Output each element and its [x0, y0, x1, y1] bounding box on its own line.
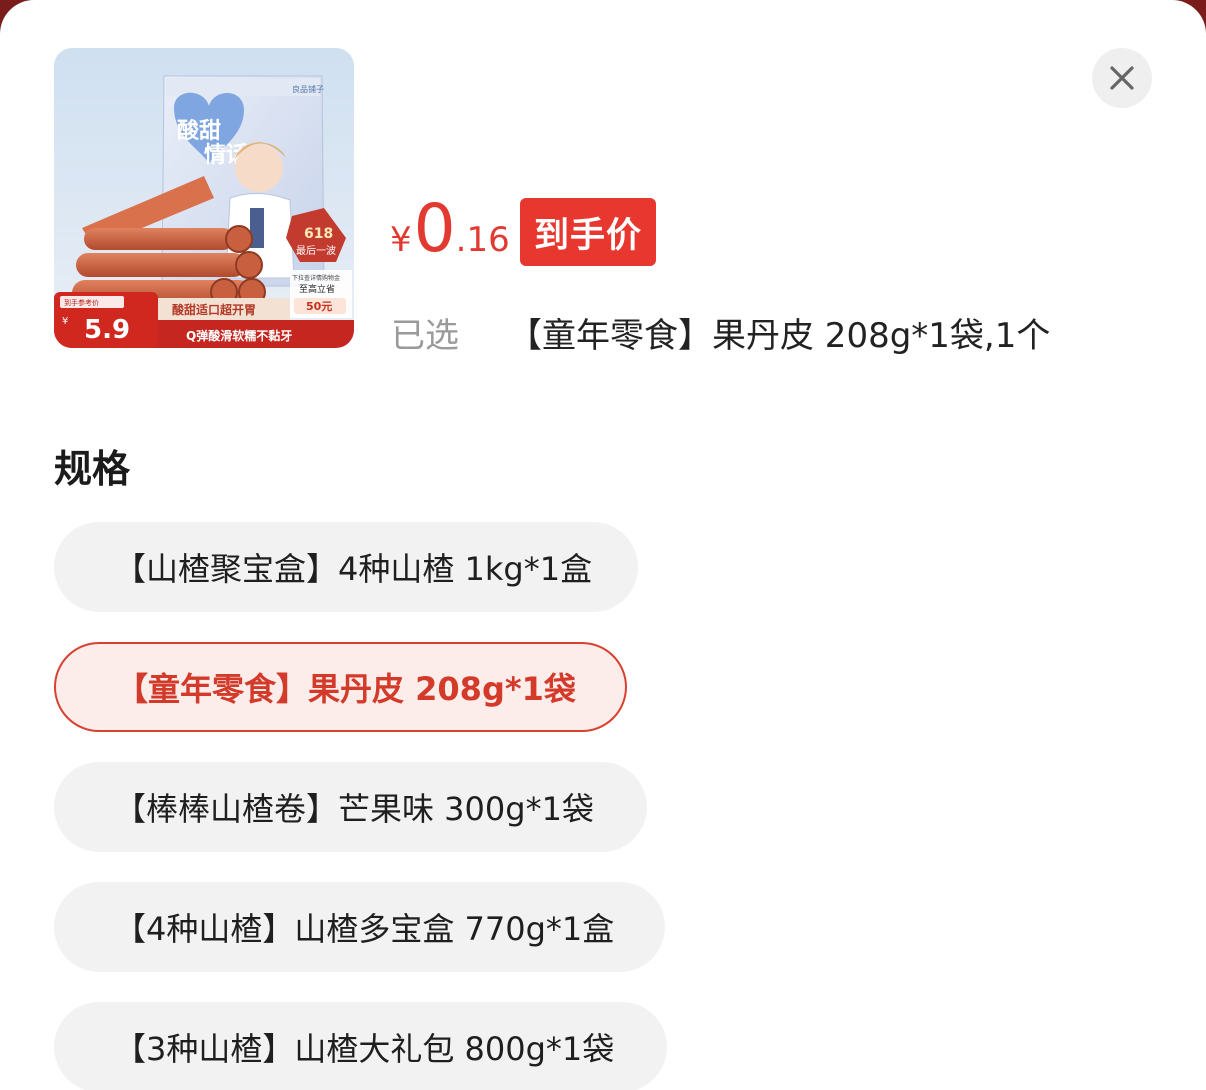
- price-decimal: .16: [455, 220, 510, 260]
- selected-label: 已选: [391, 316, 459, 356]
- close-icon: [1110, 66, 1134, 90]
- spec-option[interactable]: 【3种山楂】山楂大礼包 800g*1袋: [54, 1002, 667, 1090]
- product-image-footer: Q弹酸滑软糯不黏牙: [186, 328, 292, 343]
- product-image-ref-label: 到手参考价: [64, 298, 99, 307]
- spec-option-selected[interactable]: 【童年零食】果丹皮 208g*1袋: [54, 642, 627, 732]
- spec-option[interactable]: 【4种山楂】山楂多宝盒 770g*1盒: [54, 882, 665, 972]
- spec-option[interactable]: 【棒棒山楂卷】芒果味 300g*1袋: [54, 762, 647, 852]
- product-image: 良品铺子 酸甜 情话 618 最后一波 下拉查详情购物金 至高立省 50元 酸甜…: [54, 48, 354, 348]
- spec-option-label: 【4种山楂】山楂多宝盒 770g*1盒: [114, 910, 615, 948]
- product-image-slogan: 酸甜适口超开胃: [172, 302, 256, 317]
- price: ¥ 0 .16: [390, 196, 510, 276]
- product-image-badge-top: 618: [304, 226, 333, 242]
- product-image-brand: 良品铺子: [292, 84, 324, 94]
- selected-value: 【童年零食】果丹皮 208g*1袋,1个: [508, 316, 1051, 356]
- sku-selector-sheet: 良品铺子 酸甜 情话 618 最后一波 下拉查详情购物金 至高立省 50元 酸甜…: [0, 0, 1206, 1090]
- close-button[interactable]: [1092, 48, 1152, 108]
- product-image-promo-small: 下拉查详情购物金: [292, 274, 340, 282]
- spec-title: 规格: [54, 447, 131, 491]
- product-image-ref-price: 5.9: [84, 315, 130, 345]
- spec-option[interactable]: 【山楂聚宝盒】4种山楂 1kg*1盒: [54, 522, 638, 612]
- product-image-promo-mid: 至高立省: [299, 283, 335, 295]
- price-integer: 0: [413, 190, 456, 267]
- product-image-title-1: 酸甜: [177, 118, 221, 144]
- spec-option-label: 【山楂聚宝盒】4种山楂 1kg*1盒: [114, 550, 593, 588]
- product-image-promo-amount: 50元: [306, 300, 332, 313]
- final-price-tag: 到手价: [520, 198, 656, 266]
- price-currency: ¥: [390, 220, 412, 260]
- product-image-badge-bottom: 最后一波: [296, 244, 336, 257]
- spec-option-label: 【童年零食】果丹皮 208g*1袋: [116, 670, 576, 708]
- spec-option-label: 【棒棒山楂卷】芒果味 300g*1袋: [114, 790, 594, 828]
- product-image-ref-currency: ¥: [62, 316, 68, 327]
- spec-option-label: 【3种山楂】山楂大礼包 800g*1袋: [114, 1030, 615, 1068]
